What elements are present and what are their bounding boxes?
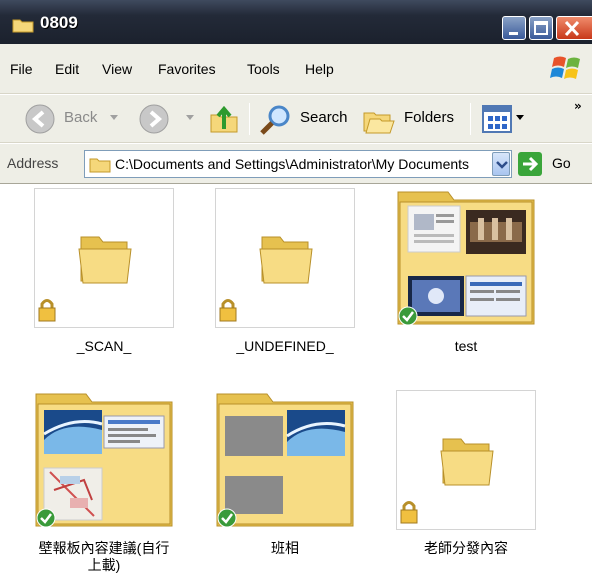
folder-icon [259,236,313,284]
toolbar-separator [249,103,250,135]
toolbar: Back Search Folders » [0,95,592,143]
check-icon [217,508,237,528]
close-button[interactable] [556,16,592,40]
toolbar-separator [470,103,471,135]
folder-label[interactable]: test [366,338,566,355]
address-dropdown-button[interactable] [492,152,510,176]
maximize-icon [534,21,548,35]
folders-button[interactable]: Folders [404,109,454,126]
lock-icon [400,501,418,524]
go-button[interactable]: Go [552,155,571,171]
chevron-down-icon [496,161,508,169]
folder-item-bulletin[interactable] [34,390,174,530]
menu-view[interactable]: View [102,61,132,77]
back-dropdown-icon[interactable] [110,115,118,121]
folder-item-undefined[interactable] [215,188,355,328]
toolbar-overflow-chevron-icon[interactable]: » [574,99,582,113]
folders-icon[interactable] [362,103,396,135]
folder-label[interactable]: 班相 [185,540,385,557]
address-input[interactable]: C:\Documents and Settings\Administrator\… [84,150,512,178]
folder-item-teacher-handouts[interactable] [396,390,536,530]
folder-label[interactable]: _UNDEFINED_ [185,338,385,355]
explorer-window: 0809 File Edit View Favorites Tools Help [0,0,592,582]
windows-logo-icon [550,56,580,79]
back-arrow-icon[interactable] [24,103,56,135]
search-button[interactable]: Search [300,109,348,126]
minimize-button[interactable] [502,16,526,40]
maximize-button[interactable] [529,16,553,40]
forward-dropdown-icon[interactable] [186,115,194,121]
close-icon [564,20,580,37]
file-list-view: _SCAN_ _UNDEFINED_ test 壁報板內容建議(自行 上載) 班… [0,185,592,582]
address-bar: Address C:\Documents and Settings\Admini… [0,144,592,184]
menu-tools[interactable]: Tools [247,61,280,77]
folder-icon [78,236,132,284]
title-bar[interactable]: 0809 [0,0,592,44]
minimize-icon [509,32,518,35]
window-title: 0809 [40,13,78,32]
folder-item-class-photo[interactable] [215,390,355,530]
menu-file[interactable]: File [10,61,33,77]
forward-arrow-icon[interactable] [138,103,170,135]
menu-help[interactable]: Help [305,61,334,77]
lock-icon [219,299,237,322]
folder-label[interactable]: 壁報板內容建議(自行 上載) [4,540,204,574]
address-value: C:\Documents and Settings\Administrator\… [115,156,470,172]
folder-icon [89,158,111,173]
folder-item-scan[interactable] [34,188,174,328]
check-icon [36,508,56,528]
folder-label[interactable]: 老師分發內容 [366,540,566,557]
menu-favorites[interactable]: Favorites [158,61,216,77]
check-icon [398,306,418,326]
folder-icon [440,438,494,486]
search-icon[interactable] [258,103,292,137]
menu-edit[interactable]: Edit [55,61,79,77]
menu-bar: File Edit View Favorites Tools Help [0,44,592,94]
folder-item-test[interactable] [396,188,536,328]
up-folder-icon[interactable] [208,103,240,135]
folder-icon [12,19,34,33]
lock-icon [38,299,56,322]
address-label: Address [7,155,59,171]
back-button[interactable]: Back [64,109,97,126]
views-icon[interactable] [482,105,512,133]
folder-label[interactable]: _SCAN_ [4,338,204,355]
go-arrow-icon[interactable] [518,152,542,176]
views-dropdown-icon[interactable] [516,115,524,121]
